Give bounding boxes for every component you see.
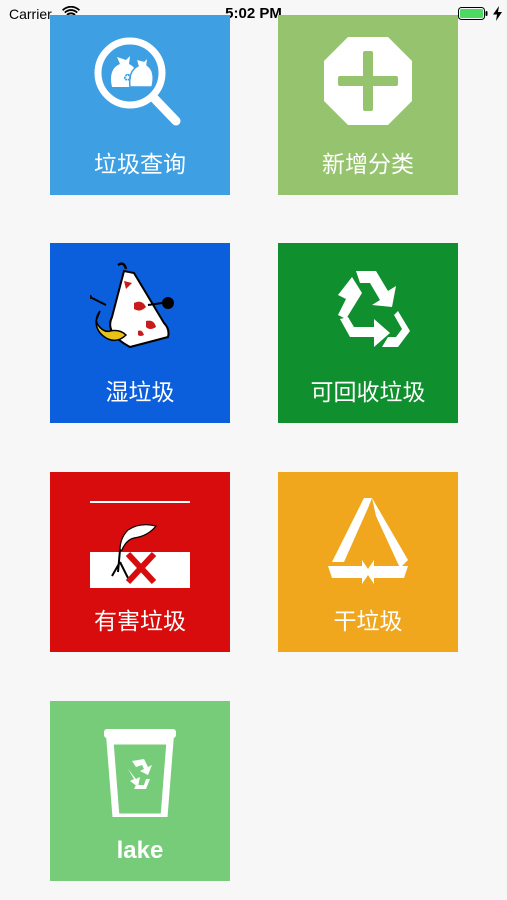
battery-icon xyxy=(458,7,488,20)
tile-label: 有害垃圾 xyxy=(94,609,186,635)
magnifier-garbage-bags-icon: ♻ xyxy=(94,37,181,126)
tile-add-category[interactable]: 新增分类 xyxy=(278,15,458,195)
octagon-plus-icon xyxy=(324,37,412,125)
wet-waste-icon xyxy=(90,262,174,349)
tile-label: 垃圾查询 xyxy=(94,152,186,178)
tile-label: lake xyxy=(116,837,164,864)
dry-waste-triangle-icon xyxy=(328,498,408,584)
tile-label: 湿垃圾 xyxy=(105,380,175,406)
tile-lake[interactable]: lake xyxy=(50,701,230,881)
tile-hazardous-waste[interactable]: 有害垃圾 xyxy=(50,472,230,652)
recycle-icon xyxy=(338,271,410,347)
charging-bolt-icon xyxy=(493,6,502,21)
recycle-bin-icon xyxy=(104,729,176,817)
tile-label: 新增分类 xyxy=(322,152,414,178)
tile-garbage-search[interactable]: ♻ 垃圾查询 xyxy=(50,15,230,195)
hazardous-waste-icon xyxy=(90,501,190,588)
tile-label: 可回收垃圾 xyxy=(310,380,426,406)
tile-dry-waste[interactable]: 干垃圾 xyxy=(278,472,458,652)
tile-recyclable-waste[interactable]: 可回收垃圾 xyxy=(278,243,458,423)
svg-text:♻: ♻ xyxy=(123,73,132,84)
tile-label: 干垃圾 xyxy=(333,609,403,635)
tile-wet-waste[interactable]: 湿垃圾 xyxy=(50,243,230,423)
